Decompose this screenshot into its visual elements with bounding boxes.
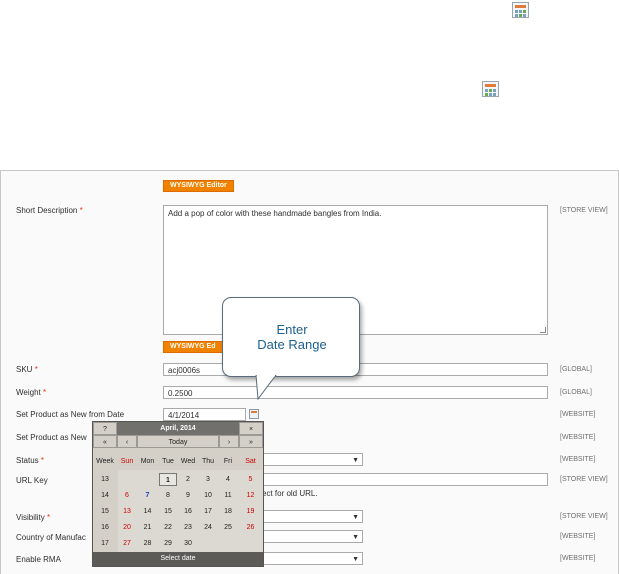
calendar-day[interactable]: 4 bbox=[218, 473, 238, 486]
day-header: Sat bbox=[245, 458, 256, 465]
calendar-day[interactable]: 18 bbox=[218, 505, 238, 518]
calendar-day[interactable]: 3 bbox=[198, 473, 218, 486]
calendar-day[interactable]: 1 bbox=[159, 473, 177, 486]
calendar-day[interactable]: 19 bbox=[238, 505, 263, 518]
calendar-day[interactable]: 5 bbox=[238, 473, 263, 486]
prev-year-button[interactable]: « bbox=[93, 435, 117, 448]
url-key-input[interactable] bbox=[263, 473, 548, 486]
enable-rma-label: Enable RMA bbox=[16, 555, 61, 564]
prev-month-button[interactable]: ‹ bbox=[117, 435, 137, 448]
calendar-status-bar: Select date bbox=[93, 552, 263, 566]
scope-label: [STORE VIEW] bbox=[560, 207, 608, 214]
week-number: 16 bbox=[101, 524, 109, 531]
calendar-day[interactable]: 12 bbox=[238, 489, 263, 502]
url-key-label: URL Key bbox=[16, 476, 48, 485]
calendar-day[interactable]: 17 bbox=[198, 505, 218, 518]
wysiwyg-editor-button[interactable]: WYSIWYG Editor bbox=[163, 180, 234, 192]
url-key-note: ect for old URL. bbox=[262, 489, 318, 498]
day-header: Sun bbox=[120, 458, 134, 465]
scope-label: [GLOBAL] bbox=[560, 389, 592, 396]
enable-rma-select[interactable]: ▼ bbox=[263, 552, 363, 565]
calendar-day[interactable]: 27 bbox=[117, 537, 137, 550]
calendar-day[interactable]: 21 bbox=[137, 521, 158, 534]
status-select[interactable]: ▼ bbox=[263, 453, 363, 466]
weight-label: Weight * bbox=[16, 388, 47, 397]
scope-label: [WEBSITE] bbox=[560, 434, 596, 441]
chevron-down-icon: ▼ bbox=[352, 457, 359, 464]
calendar-icon[interactable] bbox=[512, 2, 529, 18]
scope-label: [WEBSITE] bbox=[560, 411, 596, 418]
calendar-day[interactable]: 15 bbox=[158, 505, 178, 518]
next-month-button[interactable]: › bbox=[219, 435, 239, 448]
calendar-day[interactable]: 20 bbox=[117, 521, 137, 534]
calendar-day[interactable]: 29 bbox=[158, 537, 178, 550]
visibility-label: Visibility * bbox=[16, 513, 51, 522]
country-label: Country of Manufac bbox=[16, 533, 86, 542]
calendar-day[interactable]: 14 bbox=[137, 505, 158, 518]
chevron-down-icon: ▼ bbox=[352, 514, 359, 521]
short-description-label: Short Description * bbox=[16, 206, 83, 215]
calendar-day[interactable]: 2 bbox=[178, 473, 198, 486]
calendar-day[interactable]: 25 bbox=[218, 521, 238, 534]
scope-label: [WEBSITE] bbox=[560, 533, 596, 540]
week-number: 17 bbox=[101, 540, 109, 547]
calendar-icon[interactable] bbox=[249, 409, 259, 419]
scope-label: [GLOBAL] bbox=[560, 366, 592, 373]
new-from-date-label: Set Product as New from Date bbox=[16, 410, 125, 419]
calendar-month-title: April, 2014 bbox=[117, 422, 239, 435]
sku-label: SKU * bbox=[16, 365, 38, 374]
week-number: 13 bbox=[101, 476, 109, 483]
week-number: 15 bbox=[101, 508, 109, 515]
status-label: Status * bbox=[16, 456, 45, 465]
visibility-select[interactable]: ▼ bbox=[263, 510, 363, 523]
calendar-close-button[interactable]: × bbox=[239, 422, 263, 435]
calendar-day[interactable]: 24 bbox=[198, 521, 218, 534]
week-number: 14 bbox=[101, 492, 109, 499]
chevron-down-icon: ▼ bbox=[352, 534, 359, 541]
weight-input[interactable]: 0.2500 bbox=[163, 386, 548, 399]
calendar-day[interactable]: 7 bbox=[137, 489, 158, 502]
day-header: Thu bbox=[201, 458, 215, 465]
country-select[interactable]: ▼ bbox=[263, 530, 363, 543]
callout-tail bbox=[255, 375, 277, 401]
new-from-date-input[interactable]: 4/1/2014 bbox=[163, 408, 246, 421]
scope-label: [STORE VIEW] bbox=[560, 476, 608, 483]
calendar-day[interactable]: 10 bbox=[198, 489, 218, 502]
calendar-day[interactable]: 11 bbox=[218, 489, 238, 502]
day-header: Fri bbox=[223, 458, 233, 465]
scope-label: [WEBSITE] bbox=[560, 555, 596, 562]
calendar-day[interactable]: 30 bbox=[178, 537, 198, 550]
new-to-date-label: Set Product as New bbox=[16, 433, 87, 442]
next-year-button[interactable]: » bbox=[239, 435, 263, 448]
calendar-day[interactable]: 13 bbox=[117, 505, 137, 518]
calendar-day[interactable]: 28 bbox=[137, 537, 158, 550]
day-header: Wed bbox=[180, 458, 196, 465]
calendar-day[interactable]: 26 bbox=[238, 521, 263, 534]
day-header: Mon bbox=[140, 458, 155, 465]
today-button[interactable]: Today bbox=[137, 435, 219, 448]
callout-bubble: Enter Date Range bbox=[222, 297, 360, 377]
callout-text: Enter Date Range bbox=[257, 322, 327, 352]
week-column-header: Week bbox=[96, 458, 114, 465]
calendar-icon[interactable] bbox=[482, 81, 499, 97]
scope-label: [WEBSITE] bbox=[560, 456, 596, 463]
calendar-day[interactable]: 16 bbox=[178, 505, 198, 518]
wysiwyg-editor-button-2[interactable]: WYSIWYG Ed bbox=[163, 341, 223, 353]
scope-label: [STORE VIEW] bbox=[560, 513, 608, 520]
date-picker-calendar[interactable]: ? April, 2014 × « ‹ Today › » Week Sun M… bbox=[92, 421, 264, 567]
calendar-day[interactable]: 22 bbox=[158, 521, 178, 534]
day-header: Tue bbox=[162, 458, 174, 465]
calendar-day[interactable]: 6 bbox=[117, 489, 137, 502]
calendar-day[interactable]: 9 bbox=[178, 489, 198, 502]
chevron-down-icon: ▼ bbox=[352, 556, 359, 563]
resize-handle[interactable] bbox=[540, 327, 546, 333]
calendar-help-button[interactable]: ? bbox=[93, 422, 117, 435]
calendar-day[interactable]: 8 bbox=[158, 489, 178, 502]
calendar-day[interactable]: 23 bbox=[178, 521, 198, 534]
